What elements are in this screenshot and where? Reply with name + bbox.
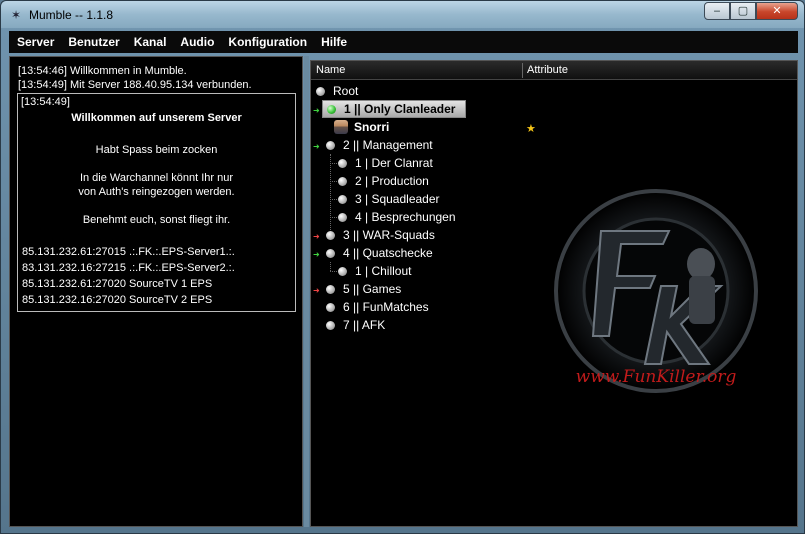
title-bar[interactable]: ✶ Mumble -- 1.1.8 ‒ ▢ ✕ bbox=[1, 1, 804, 28]
message-text: Benehmt euch, sonst fliegt ihr. bbox=[82, 214, 231, 226]
channel-status-icon bbox=[326, 284, 335, 294]
tree-guide bbox=[330, 154, 331, 232]
server-entry: 85.131.232.61:27020 SourceTV 1 EPS bbox=[22, 278, 213, 290]
minimize-button[interactable]: ‒ bbox=[704, 2, 730, 20]
funkiller-logo: www.FunKiller.org bbox=[554, 189, 758, 393]
channel-label: 6 || FunMatches bbox=[343, 300, 429, 314]
log-pane[interactable]: [13:54:46] Willkommen in Mumble. [13:54:… bbox=[9, 56, 303, 527]
tree-header: Name Attribute bbox=[311, 61, 797, 80]
maximize-button[interactable]: ▢ bbox=[730, 2, 756, 20]
expand-arrow-icon[interactable]: ➜ bbox=[313, 142, 320, 151]
expand-arrow-icon[interactable]: ➜ bbox=[313, 250, 320, 259]
welcome-message: [13:54:49] Willkommen auf unserem Server… bbox=[17, 93, 296, 312]
logo-text: www.FunKiller.org bbox=[576, 367, 737, 387]
window-title: Mumble -- 1.1.8 bbox=[29, 7, 114, 22]
channel-status-icon bbox=[338, 176, 347, 186]
channel-status-icon bbox=[326, 248, 335, 258]
channel-row[interactable]: 2 | Production bbox=[338, 172, 429, 190]
pane-splitter[interactable] bbox=[304, 56, 309, 527]
message-text: von Auth's reingezogen werden. bbox=[78, 186, 235, 198]
channel-row[interactable]: 4 || Quatschecke bbox=[326, 244, 433, 262]
channel-status-icon bbox=[326, 140, 335, 150]
expand-arrow-icon[interactable]: ➜ bbox=[313, 232, 320, 241]
star-icon: ★ bbox=[526, 122, 536, 135]
channel-row[interactable]: 2 || Management bbox=[326, 136, 433, 154]
message-heading: Willkommen auf unserem Server bbox=[71, 112, 242, 124]
expand-arrow-icon[interactable]: ➜ bbox=[313, 106, 320, 115]
mumble-window: ✶ Mumble -- 1.1.8 ‒ ▢ ✕ Server Benutzer … bbox=[0, 0, 805, 534]
channel-label: Root bbox=[333, 84, 359, 98]
menu-kanal[interactable]: Kanal bbox=[134, 35, 167, 49]
user-row[interactable]: Snorri bbox=[334, 118, 389, 136]
channel-row[interactable]: 5 || Games bbox=[326, 280, 401, 298]
tree-root[interactable]: Root bbox=[316, 82, 358, 100]
channel-label: 3 || WAR-Squads bbox=[343, 228, 435, 242]
menu-hilfe[interactable]: Hilfe bbox=[321, 35, 347, 49]
channel-label: 2 | Production bbox=[355, 174, 429, 188]
log-line: [13:54:46] Willkommen in Mumble. bbox=[18, 65, 187, 77]
log-line: [13:54:49] Mit Server 188.40.95.134 verb… bbox=[18, 79, 252, 91]
expand-arrow-icon[interactable]: ➜ bbox=[313, 286, 320, 295]
channel-row[interactable]: 7 || AFK bbox=[326, 316, 385, 334]
channel-label: 1 | Der Clanrat bbox=[355, 156, 433, 170]
channel-row[interactable]: 1 | Chillout bbox=[338, 262, 411, 280]
tree-guide bbox=[330, 262, 331, 271]
channel-status-icon bbox=[338, 194, 347, 204]
channel-row[interactable]: 4 | Besprechungen bbox=[338, 208, 456, 226]
channel-label: 7 || AFK bbox=[343, 318, 386, 332]
tree-guide bbox=[330, 217, 337, 218]
channel-label: 5 || Games bbox=[343, 282, 402, 296]
channel-label: 1 | Chillout bbox=[355, 264, 412, 278]
channel-row[interactable]: 6 || FunMatches bbox=[326, 298, 429, 316]
column-separator[interactable] bbox=[522, 63, 523, 78]
channel-status-icon bbox=[316, 86, 325, 96]
channel-status-icon bbox=[327, 104, 336, 114]
close-button[interactable]: ✕ bbox=[756, 2, 798, 20]
tree-guide bbox=[330, 163, 337, 164]
mumble-app-icon: ✶ bbox=[10, 7, 22, 22]
channel-status-icon bbox=[338, 158, 347, 168]
message-text: In die Warchannel könnt Ihr nur bbox=[79, 172, 234, 184]
server-entry: 85.131.232.16:27020 SourceTV 2 EPS bbox=[22, 294, 213, 306]
menu-server[interactable]: Server bbox=[17, 35, 54, 49]
channel-status-icon bbox=[338, 266, 347, 276]
server-entry: 83.131.232.16:27215 .:.FK.:.EPS-Server2.… bbox=[22, 262, 235, 274]
column-header-name[interactable]: Name bbox=[316, 64, 345, 76]
menu-audio[interactable]: Audio bbox=[180, 35, 214, 49]
channel-label: 1 || Only Clanleader bbox=[344, 102, 456, 116]
channel-status-icon bbox=[338, 212, 347, 222]
server-entry: 85.131.232.61:27015 .:.FK.:.EPS-Server1.… bbox=[22, 246, 235, 258]
tree-guide bbox=[330, 271, 337, 272]
channel-row[interactable]: 1 | Der Clanrat bbox=[338, 154, 433, 172]
tree-guide bbox=[330, 199, 337, 200]
channel-row[interactable]: 3 || WAR-Squads bbox=[326, 226, 435, 244]
menu-benutzer[interactable]: Benutzer bbox=[68, 35, 119, 49]
channel-row-selected[interactable]: 1 || Only Clanleader bbox=[322, 100, 467, 118]
tree-guide bbox=[330, 181, 337, 182]
menu-bar: Server Benutzer Kanal Audio Konfiguratio… bbox=[9, 31, 798, 53]
channel-status-icon bbox=[326, 320, 335, 330]
channel-tree[interactable]: Name Attribute www.FunKiller.org Root ➜ … bbox=[310, 60, 798, 527]
message-text: Habt Spass beim zocken bbox=[95, 144, 218, 156]
channel-status-icon bbox=[326, 302, 335, 312]
message-timestamp: [13:54:49] bbox=[21, 96, 70, 108]
channel-label: 2 || Management bbox=[343, 138, 433, 152]
channel-label: 4 || Quatschecke bbox=[343, 246, 433, 260]
user-avatar-icon bbox=[334, 120, 348, 134]
channel-row[interactable]: 3 | Squadleader bbox=[338, 190, 440, 208]
channel-status-icon bbox=[326, 230, 335, 240]
channel-label: 3 | Squadleader bbox=[355, 192, 440, 206]
channel-label: 4 | Besprechungen bbox=[355, 210, 456, 224]
window-controls: ‒ ▢ ✕ bbox=[704, 2, 798, 20]
user-name: Snorri bbox=[354, 120, 390, 134]
menu-konfiguration[interactable]: Konfiguration bbox=[228, 35, 307, 49]
column-header-attribute[interactable]: Attribute bbox=[527, 64, 568, 76]
